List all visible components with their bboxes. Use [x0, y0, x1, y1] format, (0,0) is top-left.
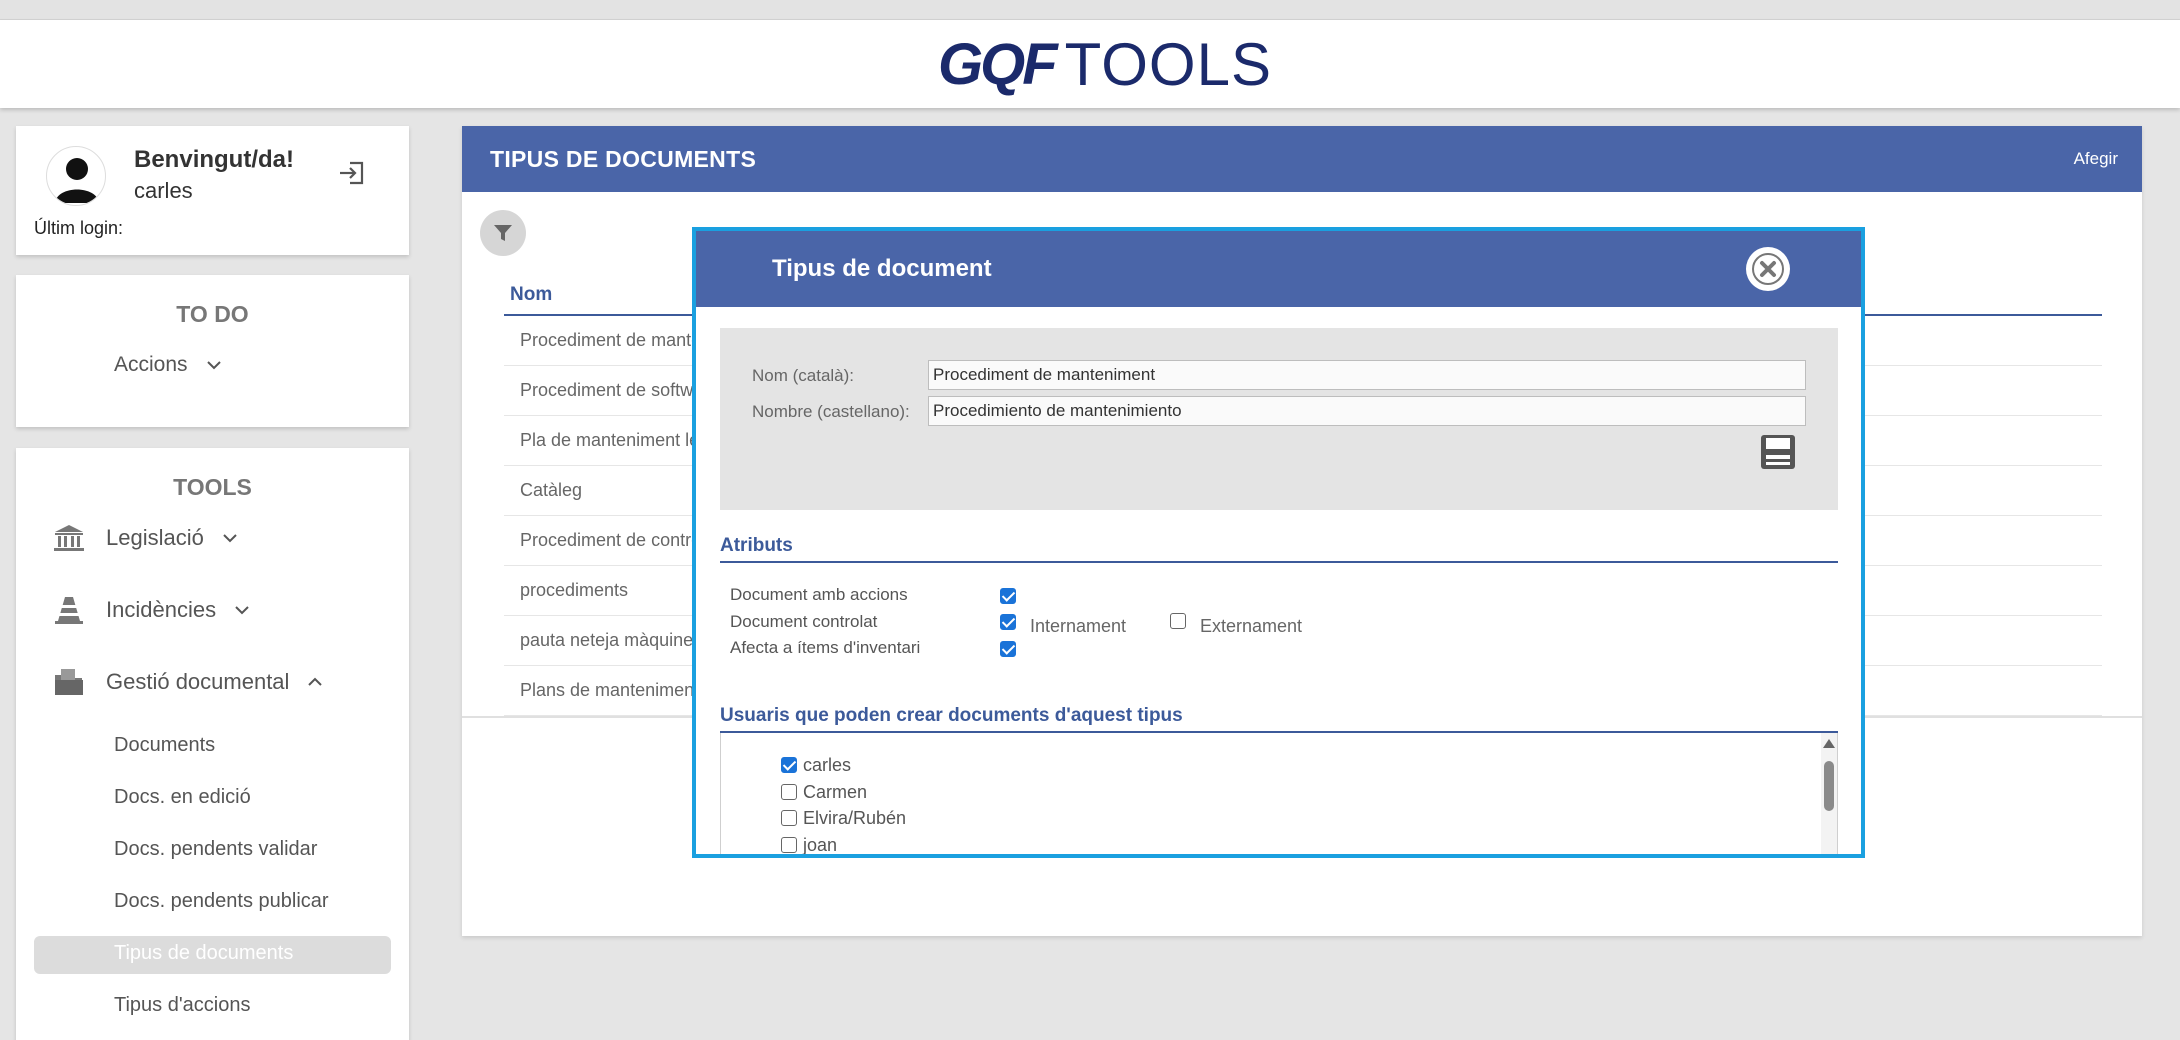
row-name: procediments: [520, 580, 629, 600]
modal-header: Tipus de document: [696, 231, 1861, 307]
menu-label-gestio: Gestió documental: [106, 669, 290, 694]
row-name: Catàleg: [520, 480, 583, 500]
atributs-line: [720, 561, 1838, 563]
folder-document-icon: [55, 669, 83, 695]
submenu-docs-en-edicio[interactable]: Docs. en edició: [114, 786, 251, 809]
page-title: TIPUS DE DOCUMENTS: [490, 146, 757, 172]
users-title: Usuaris que poden crear documents d'aque…: [720, 705, 1183, 726]
todo-accions-dropdown[interactable]: Accions: [114, 353, 222, 377]
menu-label-incidencies: Incidències: [106, 597, 217, 622]
user-name: carles: [803, 755, 852, 775]
nombre-input[interactable]: [928, 396, 1806, 426]
externament-checkbox[interactable]: [1170, 613, 1186, 629]
username: carles: [134, 178, 193, 203]
filter-button[interactable]: [480, 210, 526, 256]
user-checkbox[interactable]: [781, 837, 797, 853]
user-checkbox[interactable]: [781, 784, 797, 800]
internament-label: Internament: [1030, 616, 1127, 636]
tools-card: TOOLS Legislació Incidències Gestió docu…: [16, 448, 409, 1040]
row-name: pauta neteja màquines: [520, 630, 703, 650]
scroll-thumb[interactable]: [1824, 761, 1834, 811]
last-login-label: Últim login:: [34, 218, 124, 238]
row-name: Procediment de contro: [520, 530, 702, 550]
menu-label-legislacio: Legislació: [106, 525, 204, 550]
chevron-up-icon: [308, 677, 323, 686]
row-name: Procediment de mante: [520, 330, 702, 350]
user-checkbox[interactable]: [781, 757, 797, 773]
attr-controlat-checkbox[interactable]: [1000, 614, 1016, 630]
submenu-tipus-de-documents[interactable]: Tipus de documents: [114, 942, 293, 965]
bank-icon: [54, 525, 84, 551]
user-avatar-icon: [46, 146, 106, 206]
welcome-text: Benvingut/da!: [134, 146, 294, 173]
todo-title: TO DO: [176, 301, 249, 327]
close-icon: [1752, 253, 1784, 285]
users-scrollbar[interactable]: [1821, 733, 1837, 854]
gqf-tools-logo[interactable]: GQF TOOLS: [938, 31, 1272, 98]
save-button[interactable]: [1760, 434, 1796, 470]
todo-accions-label: Accions: [114, 353, 188, 376]
name-form-box: Nom (català): Nombre (castellano):: [720, 328, 1838, 510]
add-link[interactable]: Afegir: [2074, 149, 2118, 169]
user-checkbox[interactable]: [781, 810, 797, 826]
app-header: GQF TOOLS: [0, 20, 2180, 108]
row-name: Plans de manteniment: [520, 680, 700, 700]
attr-afecta-label: Afecta a ítems d'inventari: [730, 638, 921, 657]
menu-item-gestio-documental[interactable]: Gestió documental: [52, 666, 323, 698]
logo-tools: TOOLS: [1064, 30, 1272, 98]
attr-controlat-label: Document controlat: [730, 612, 878, 631]
menu-item-legislacio[interactable]: Legislació: [52, 522, 238, 554]
externament-label: Externament: [1200, 616, 1303, 636]
traffic-cone-icon: [55, 597, 83, 624]
atributs-title: Atributs: [720, 535, 793, 556]
nom-input[interactable]: [928, 360, 1806, 390]
logo-gqf: GQF: [938, 31, 1058, 97]
todo-card: TO DO Accions: [16, 275, 409, 427]
user-name: Elvira/Rubén: [803, 808, 907, 828]
scroll-up-arrow-icon[interactable]: [1823, 739, 1835, 748]
column-header-nom[interactable]: Nom: [510, 284, 552, 306]
row-name: Procediment de softwa: [520, 380, 704, 400]
main-panel-header: TIPUS DE DOCUMENTS Afegir: [462, 126, 2142, 192]
attr-afecta-checkbox[interactable]: [1000, 641, 1016, 657]
modal-title: Tipus de document: [772, 255, 992, 282]
submenu-docs-pendents-publicar[interactable]: Docs. pendents publicar: [114, 890, 329, 913]
user-name: joan: [803, 835, 838, 855]
floppy-disk-icon: [1761, 435, 1795, 469]
row-name: Pla de manteniment le: [520, 430, 700, 450]
nombre-label: Nombre (castellano):: [752, 402, 910, 421]
modal-close-button[interactable]: [1746, 247, 1790, 291]
chevron-down-icon: [206, 361, 221, 370]
user-name: Carmen: [803, 782, 868, 802]
browser-top-strip: [0, 0, 2180, 20]
document-type-modal: Tipus de document Nom (català): Nombre (…: [692, 227, 1865, 858]
tools-title: TOOLS: [173, 474, 252, 500]
submenu-docs-pendents-validar[interactable]: Docs. pendents validar: [114, 838, 317, 861]
chevron-down-icon: [223, 534, 237, 543]
logout-icon[interactable]: [336, 158, 370, 188]
menu-item-incidencies[interactable]: Incidències: [52, 594, 250, 626]
chevron-down-icon: [235, 606, 249, 615]
submenu-documents[interactable]: Documents: [114, 734, 215, 757]
filter-icon: [494, 225, 512, 241]
nom-label: Nom (català):: [752, 366, 855, 385]
attr-accions-label: Document amb accions: [730, 585, 908, 604]
submenu-tipus-d-accions[interactable]: Tipus d'accions: [114, 994, 250, 1017]
attr-accions-checkbox[interactable]: [1000, 588, 1016, 604]
users-list: carles Carmen Elvira/Rubén joan: [720, 733, 1838, 855]
user-card: Benvingut/da! carles Últim login:: [16, 126, 409, 255]
